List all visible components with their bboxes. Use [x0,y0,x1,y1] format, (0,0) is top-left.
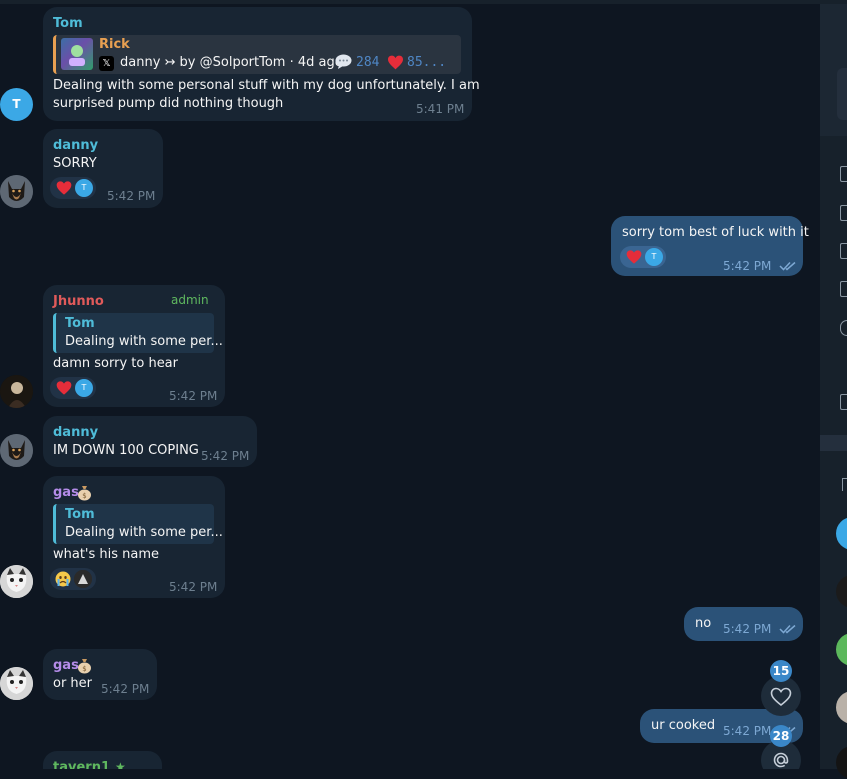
reaction-chip[interactable] [50,568,96,590]
chat-list-avatar[interactable] [836,517,847,550]
message-bubble[interactable]: Tom Rick 𝕏 danny ↣ by @SolportTom · 4d a… [43,7,480,121]
heart-outline-icon [770,687,792,707]
quote-name: Tom [65,316,95,331]
message-time: 5:42 PM [169,580,218,594]
message-bubble[interactable]: Jhunno admin Tom Dealing with some per..… [43,285,225,407]
quote-text: Dealing with some per... [65,334,223,349]
svg-text:$: $ [82,665,86,673]
message-text: Dealing with some personal stuff with my… [53,78,480,93]
avatar-tom[interactable]: T [0,88,33,121]
linked-preview-quote[interactable]: Rick 𝕏 danny ↣ by @SolportTom · 4d ago 2… [53,35,461,74]
svg-text:$: $ [82,492,86,500]
double-check-icon [779,624,796,634]
sender-name[interactable]: gas [53,658,79,673]
message-text: or her [53,676,93,691]
chat-list-avatar[interactable] [836,691,847,724]
crying-face-icon [55,571,71,587]
avatar-jhunno[interactable] [0,375,33,408]
message-time: 5:42 PM [201,449,250,463]
chat-list-avatar[interactable] [836,746,847,779]
chat-list-avatar[interactable] [836,575,847,608]
message-bubble[interactable]: tavern1 ★ [43,751,162,769]
sender-name[interactable]: danny [53,425,98,440]
sidebar-icon[interactable] [840,166,847,182]
message-time: 5:42 PM [723,724,772,738]
message-bubble[interactable]: gas $ or her 5:42 PM [43,649,157,700]
message-text: what's his name [53,547,160,562]
reply-quote[interactable]: Tom Dealing with some per... [53,504,223,544]
message-bubble[interactable]: gas $ Tom Dealing with some per... what'… [43,476,225,598]
sidebar-icon[interactable] [840,243,847,259]
chat-list-avatar[interactable] [836,633,847,666]
money-bag-icon: $ [76,484,93,501]
money-bag-icon: $ [76,657,93,674]
outgoing-message-bubble[interactable]: no 5:42 PM [684,607,803,641]
reactor-avatar: T [645,248,663,266]
mentions-count-badge: 28 [770,725,792,747]
sidebar-separator [820,435,847,451]
avatar-letter: T [12,97,21,111]
reaction-chip[interactable]: T [50,377,96,399]
reaction-chip[interactable]: T [620,246,666,268]
red-heart-icon [387,55,404,74]
reply-quote[interactable]: Tom Dealing with some per... [53,313,223,353]
message-text: surprised pump did nothing though [53,96,284,111]
speech-bubble-icon [335,54,352,73]
top-strip [0,0,820,4]
message-time: 5:42 PM [169,389,218,403]
message-time: 5:42 PM [107,189,156,203]
reactor-avatar: T [75,179,93,197]
message-text: no [695,616,712,631]
like-count: 85... [407,55,447,70]
sidebar-panel-edge [837,68,847,120]
quote-name: Tom [65,507,95,522]
message-text: ur cooked [651,718,716,733]
admin-badge: admin [171,293,209,307]
star-icon: ★ [115,760,126,769]
sidebar-icon[interactable] [840,281,847,297]
red-heart-icon [626,250,642,264]
red-heart-icon [56,181,72,195]
sidebar-header-panel [820,4,847,136]
avatar-danny[interactable] [0,434,33,467]
message-text: SORRY [53,156,97,171]
x-logo-icon: 𝕏 [99,56,114,71]
reactor-avatar: T [75,379,93,397]
chat-area: T Tom Rick 𝕏 danny ↣ by @SolportTom · 4d… [0,0,820,769]
red-heart-icon [56,381,72,395]
rick-thumbnail [61,38,93,70]
message-time: 5:42 PM [101,682,150,696]
outgoing-message-bubble[interactable]: sorry tom best of luck with it T 5:42 PM [611,216,809,276]
reactions-count-badge: 15 [770,660,792,682]
sender-name[interactable]: tavern1 [53,760,110,769]
sidebar-icon[interactable] [840,394,847,410]
reply-count: 284 [356,55,380,70]
tweet-line: danny ↣ by @SolportTom · 4d ago [120,55,343,70]
sidebar-icon[interactable] [840,205,847,221]
sidebar-icon[interactable] [840,320,847,336]
message-bubble[interactable]: danny IM DOWN 100 COPING 5:42 PM [43,416,257,467]
sender-name[interactable]: Tom [53,16,83,31]
avatar-gas[interactable] [0,667,33,700]
reactor-avatar [74,570,92,588]
avatar-gas[interactable] [0,565,33,598]
sender-name[interactable]: danny [53,138,98,153]
avatar-danny[interactable] [0,175,33,208]
message-bubble[interactable]: danny SORRY T 5:42 PM [43,129,163,208]
quote-name: Rick [99,37,130,52]
reaction-chip[interactable]: T [50,177,96,199]
message-time: 5:42 PM [723,259,772,273]
sender-name[interactable]: gas [53,485,79,500]
message-time: 5:42 PM [723,622,772,636]
double-check-icon [779,261,796,271]
right-sidebar [820,0,847,779]
message-time: 5:41 PM [416,102,465,116]
reactions-jump-button[interactable] [761,676,801,716]
message-text: damn sorry to hear [53,356,178,371]
sender-name[interactable]: Jhunno [53,294,104,309]
message-text: IM DOWN 100 COPING [53,443,199,458]
message-text: sorry tom best of luck with it [622,225,809,240]
sidebar-icon[interactable] [842,478,847,491]
quote-text: Dealing with some per... [65,525,223,540]
